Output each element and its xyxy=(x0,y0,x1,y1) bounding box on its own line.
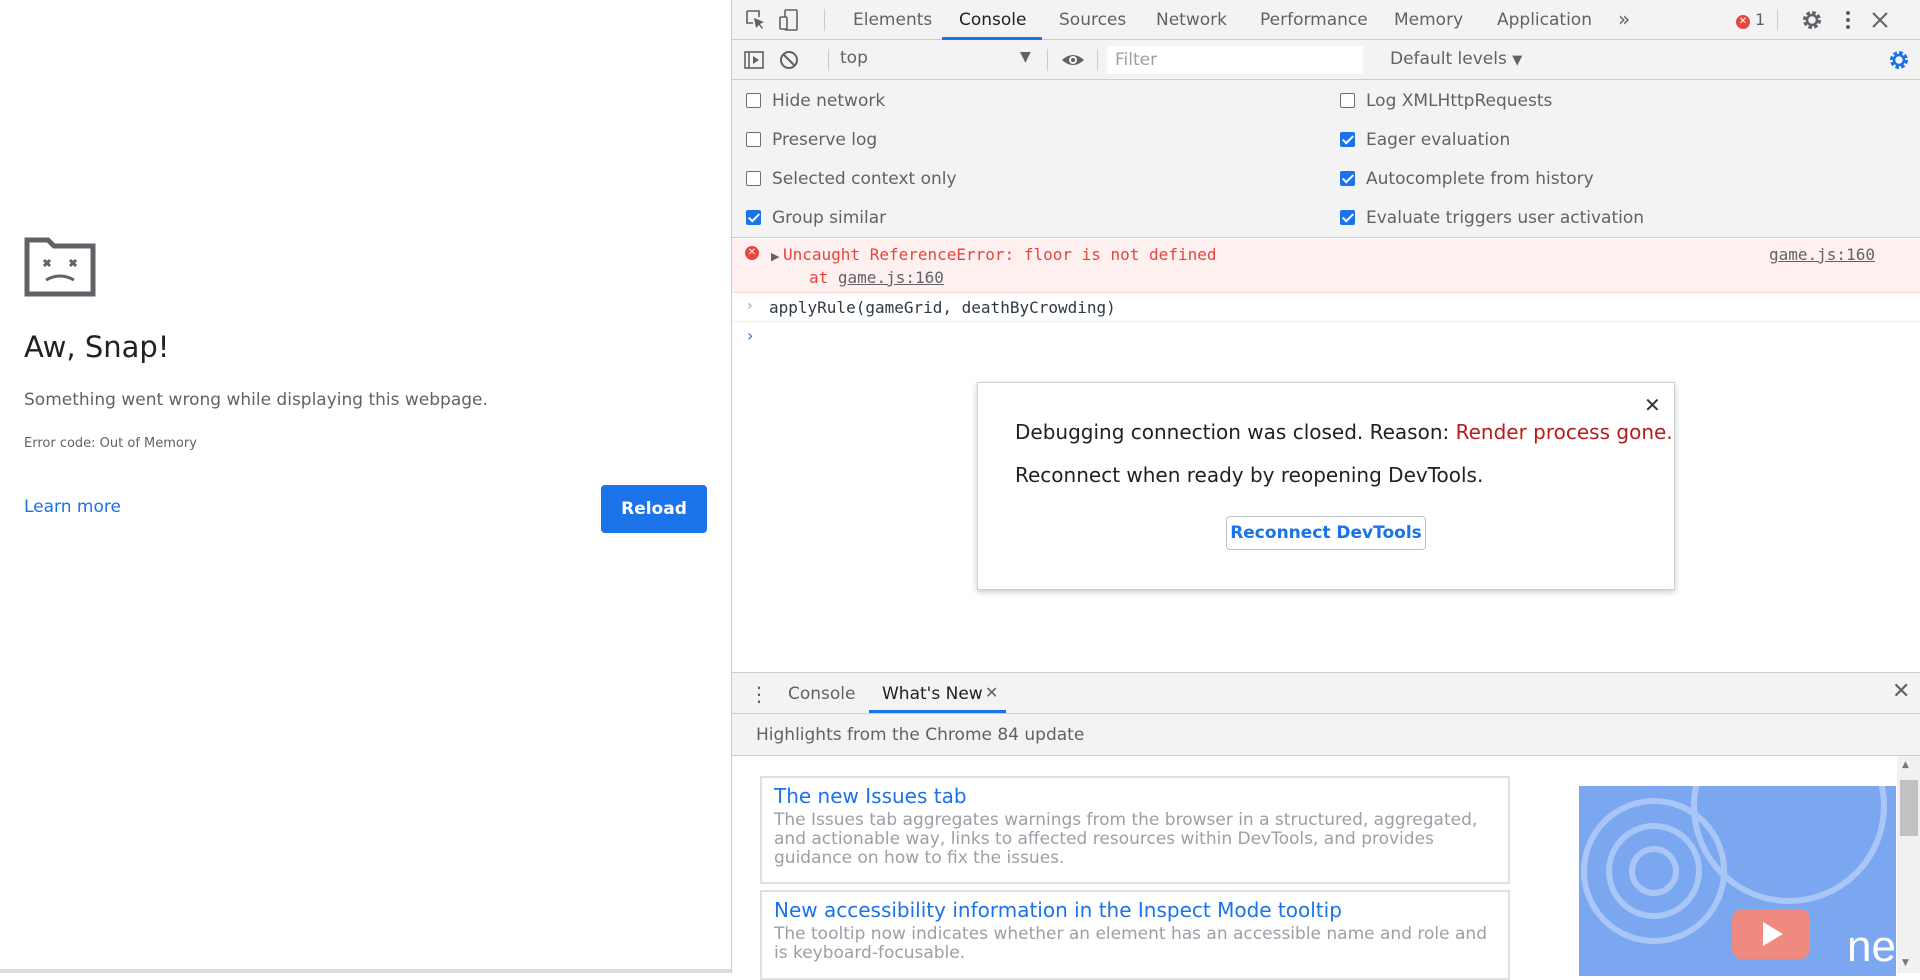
log-levels-dropdown[interactable]: Default levels ▼ xyxy=(1390,49,1522,69)
option-label: Evaluate triggers user activation xyxy=(1366,208,1645,228)
drawer-menu-icon[interactable]: ⋮ xyxy=(749,682,769,706)
console-prompt[interactable]: › xyxy=(747,326,753,345)
chevron-down-icon: ▼ xyxy=(1512,53,1523,68)
log-levels-label: Default levels xyxy=(1390,49,1507,69)
inspect-element-icon[interactable] xyxy=(744,8,768,32)
command-text: applyRule(gameGrid, deathByCrowding) xyxy=(769,298,1116,317)
tab-memory[interactable]: Memory xyxy=(1394,10,1463,30)
eager-evaluation-option[interactable]: Eager evaluation xyxy=(1340,130,1510,150)
dialog-message-prefix: Debugging connection was closed. Reason: xyxy=(1015,420,1456,444)
tab-performance[interactable]: Performance xyxy=(1260,10,1368,30)
error-code: Error code: Out of Memory xyxy=(24,436,197,451)
card-description: The tooltip now indicates whether an ele… xyxy=(774,924,1487,963)
error-message: Something went wrong while displaying th… xyxy=(24,390,488,410)
highlights-title: Highlights from the Chrome 84 update xyxy=(756,725,1085,745)
toolbar-divider xyxy=(1097,49,1098,71)
reconnect-devtools-button[interactable]: Reconnect DevTools xyxy=(1226,516,1426,550)
checkbox-checked[interactable] xyxy=(746,210,761,225)
kebab-menu-icon[interactable] xyxy=(1836,8,1860,32)
checkbox-checked[interactable] xyxy=(1340,210,1355,225)
error-icon: ✕ xyxy=(745,246,759,260)
option-label: Autocomplete from history xyxy=(1366,169,1594,189)
stack-frame-link[interactable]: game.js:160 xyxy=(838,268,944,287)
tab-network[interactable]: Network xyxy=(1156,10,1227,30)
whats-new-card[interactable]: New accessibility information in the Ins… xyxy=(760,890,1510,980)
drawer-tab-console[interactable]: Console xyxy=(788,684,856,704)
crash-page: Aw, Snap! Something went wrong while dis… xyxy=(0,0,731,973)
error-text: Uncaught ReferenceError: floor is not de… xyxy=(783,245,1217,264)
active-drawer-tab-indicator xyxy=(869,710,1006,713)
option-label: Eager evaluation xyxy=(1366,130,1511,150)
dropdown-arrow-icon[interactable]: ▼ xyxy=(1020,49,1031,65)
error-source-link[interactable]: game.js:160 xyxy=(1769,245,1875,264)
tab-application[interactable]: Application xyxy=(1497,10,1592,30)
checkbox-checked[interactable] xyxy=(1340,132,1355,147)
error-icon: ✕ xyxy=(1736,15,1750,29)
toolbar-divider xyxy=(824,9,825,31)
sad-tab-icon xyxy=(24,237,96,297)
svg-text:ne: ne xyxy=(1847,922,1896,971)
option-label: Hide network xyxy=(772,91,886,111)
chrome-84-promo-video-thumbnail[interactable]: ne xyxy=(1579,786,1896,976)
evaluate-triggers-user-activation-option[interactable]: Evaluate triggers user activation xyxy=(1340,208,1644,228)
checkbox[interactable] xyxy=(1340,93,1355,108)
console-settings-pane xyxy=(732,80,1920,238)
device-toolbar-icon[interactable] xyxy=(777,8,801,32)
settings-gear-icon[interactable] xyxy=(1800,8,1824,32)
devtools-panel: Elements Console Sources Network Perform… xyxy=(731,0,1920,980)
show-sidebar-icon[interactable] xyxy=(742,48,766,72)
dialog-instruction: Reconnect when ready by reopening DevToo… xyxy=(1015,463,1484,487)
preserve-log-option[interactable]: Preserve log xyxy=(746,130,877,150)
option-label: Preserve log xyxy=(772,130,878,150)
scroll-down-icon[interactable]: ▼ xyxy=(1902,958,1909,968)
toolbar-divider xyxy=(1047,49,1048,71)
drawer-tab-whats-new[interactable]: What's New xyxy=(882,684,983,704)
console-settings-gear-icon[interactable] xyxy=(1887,48,1911,72)
checkbox[interactable] xyxy=(746,132,761,147)
toolbar-divider xyxy=(1777,9,1778,31)
command-chevron-icon: › xyxy=(747,298,753,314)
checkbox[interactable] xyxy=(746,93,761,108)
option-label: Group similar xyxy=(772,208,887,228)
filter-input[interactable] xyxy=(1107,46,1363,74)
error-count-badge[interactable]: ✕ 1 xyxy=(1736,10,1765,29)
card-description: The Issues tab aggregates warnings from … xyxy=(774,810,1478,868)
reload-button[interactable]: Reload xyxy=(601,485,707,533)
stack-frame: at game.js:160 xyxy=(809,268,944,287)
bottom-edge xyxy=(0,969,731,973)
tab-elements[interactable]: Elements xyxy=(853,10,932,30)
checkbox-checked[interactable] xyxy=(1340,171,1355,186)
dialog-message: Debugging connection was closed. Reason:… xyxy=(1015,420,1673,444)
live-expression-eye-icon[interactable] xyxy=(1061,48,1085,72)
option-label: Selected context only xyxy=(772,169,957,189)
stack-frame-prefix: at xyxy=(809,268,838,287)
toolbar-divider xyxy=(828,49,829,71)
selected-context-only-option[interactable]: Selected context only xyxy=(746,169,957,189)
card-title: The new Issues tab xyxy=(774,784,967,808)
log-xmlhttprequests-option[interactable]: Log XMLHttpRequests xyxy=(1340,91,1552,111)
clear-console-icon[interactable] xyxy=(777,48,801,72)
close-devtools-icon[interactable] xyxy=(1868,8,1892,32)
close-tab-icon[interactable]: ✕ xyxy=(985,683,998,702)
more-tabs-icon[interactable]: » xyxy=(1618,7,1630,31)
scrollbar-thumb[interactable] xyxy=(1900,780,1918,836)
dialog-reason: Render process gone. xyxy=(1455,420,1673,444)
option-label: Log XMLHttpRequests xyxy=(1366,91,1553,111)
context-selector[interactable]: top xyxy=(840,48,868,68)
card-title: New accessibility information in the Ins… xyxy=(774,898,1342,922)
tab-console[interactable]: Console xyxy=(959,10,1027,30)
expand-triangle-icon[interactable]: ▶ xyxy=(771,250,779,263)
hide-network-option[interactable]: Hide network xyxy=(746,91,885,111)
checkbox[interactable] xyxy=(746,171,761,186)
tab-sources[interactable]: Sources xyxy=(1059,10,1126,30)
dialog-close-icon[interactable]: ✕ xyxy=(1644,393,1661,417)
whats-new-card[interactable]: The new Issues tab The Issues tab aggreg… xyxy=(760,776,1510,884)
scroll-up-icon[interactable]: ▲ xyxy=(1902,760,1909,770)
page-title: Aw, Snap! xyxy=(24,330,170,364)
error-count: 1 xyxy=(1755,10,1766,29)
group-similar-option[interactable]: Group similar xyxy=(746,208,886,228)
autocomplete-from-history-option[interactable]: Autocomplete from history xyxy=(1340,169,1594,189)
learn-more-link[interactable]: Learn more xyxy=(24,497,121,517)
close-drawer-icon[interactable]: ✕ xyxy=(1892,679,1910,704)
